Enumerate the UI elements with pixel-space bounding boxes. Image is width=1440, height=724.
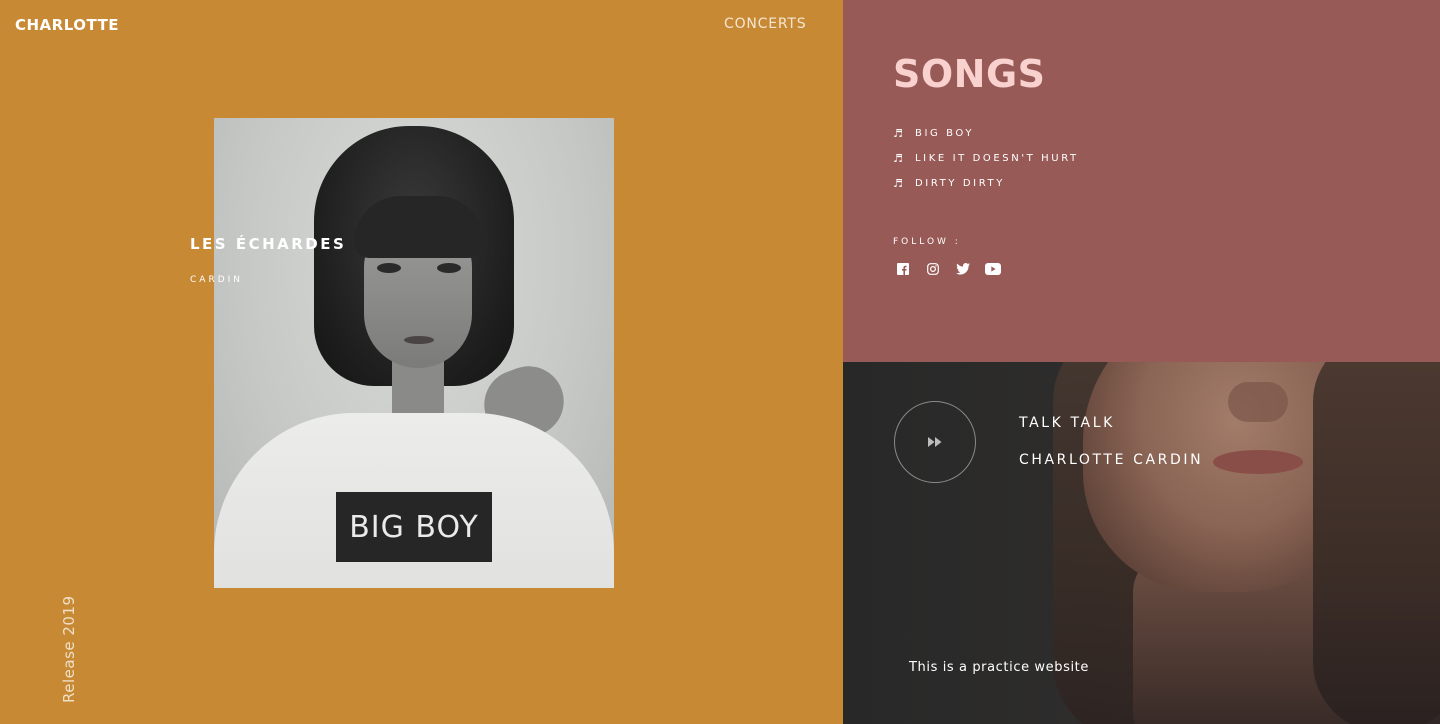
songs-panel: SONGS ♬ BIG BOY ♬ LIKE IT DOESN'T HURT ♬… [843,0,1440,362]
song-item-like-it-doesnt-hurt[interactable]: ♬ LIKE IT DOESN'T HURT [893,146,1079,171]
facebook-icon[interactable] [893,262,912,276]
background-hair-right [1313,362,1440,724]
track-title: TALK TALK [1019,415,1115,431]
cover-mouth [404,336,434,344]
album-cover-image: BIG BOY [214,118,614,588]
fast-forward-icon [928,437,942,447]
song-list: ♬ BIG BOY ♬ LIKE IT DOESN'T HURT ♬ DIRTY… [893,121,1079,196]
songs-heading: SONGS [893,52,1046,96]
nav-concerts-link[interactable]: CONCERTS [724,16,806,32]
footnote-text: This is a practice website [909,660,1089,675]
music-note-icon: ♬ [893,127,906,140]
cover-bangs [354,196,484,258]
song-label: BIG BOY [915,128,975,139]
fast-forward-button[interactable] [894,401,976,483]
background-nose [1228,382,1288,422]
player-panel: TALK TALK CHARLOTTE CARDIN This is a pra… [843,362,1440,724]
cover-shirt-label: BIG BOY [336,492,492,562]
brand-logo[interactable]: CHARLOTTE [15,16,119,34]
background-lips [1213,450,1303,474]
music-note-icon: ♬ [893,152,906,165]
song-item-dirty-dirty[interactable]: ♬ DIRTY DIRTY [893,171,1079,196]
song-item-big-boy[interactable]: ♬ BIG BOY [893,121,1079,146]
social-links [893,262,1002,276]
album-artist: CARDIN [190,275,244,285]
song-label: LIKE IT DOESN'T HURT [915,153,1079,164]
follow-label: FOLLOW : [893,237,961,247]
twitter-icon[interactable] [953,262,972,276]
music-note-icon: ♬ [893,177,906,190]
left-panel: CHARLOTTE CONCERTS BIG BOY LES ÉCHARDES … [0,0,843,724]
release-label: Release 2019 [60,595,78,703]
instagram-icon[interactable] [923,262,942,276]
cover-eye-left [377,263,401,273]
song-label: DIRTY DIRTY [915,178,1005,189]
cover-eye-right [437,263,461,273]
album-title: LES ÉCHARDES [190,235,347,253]
youtube-icon[interactable] [983,262,1002,276]
track-artist: CHARLOTTE CARDIN [1019,452,1204,468]
